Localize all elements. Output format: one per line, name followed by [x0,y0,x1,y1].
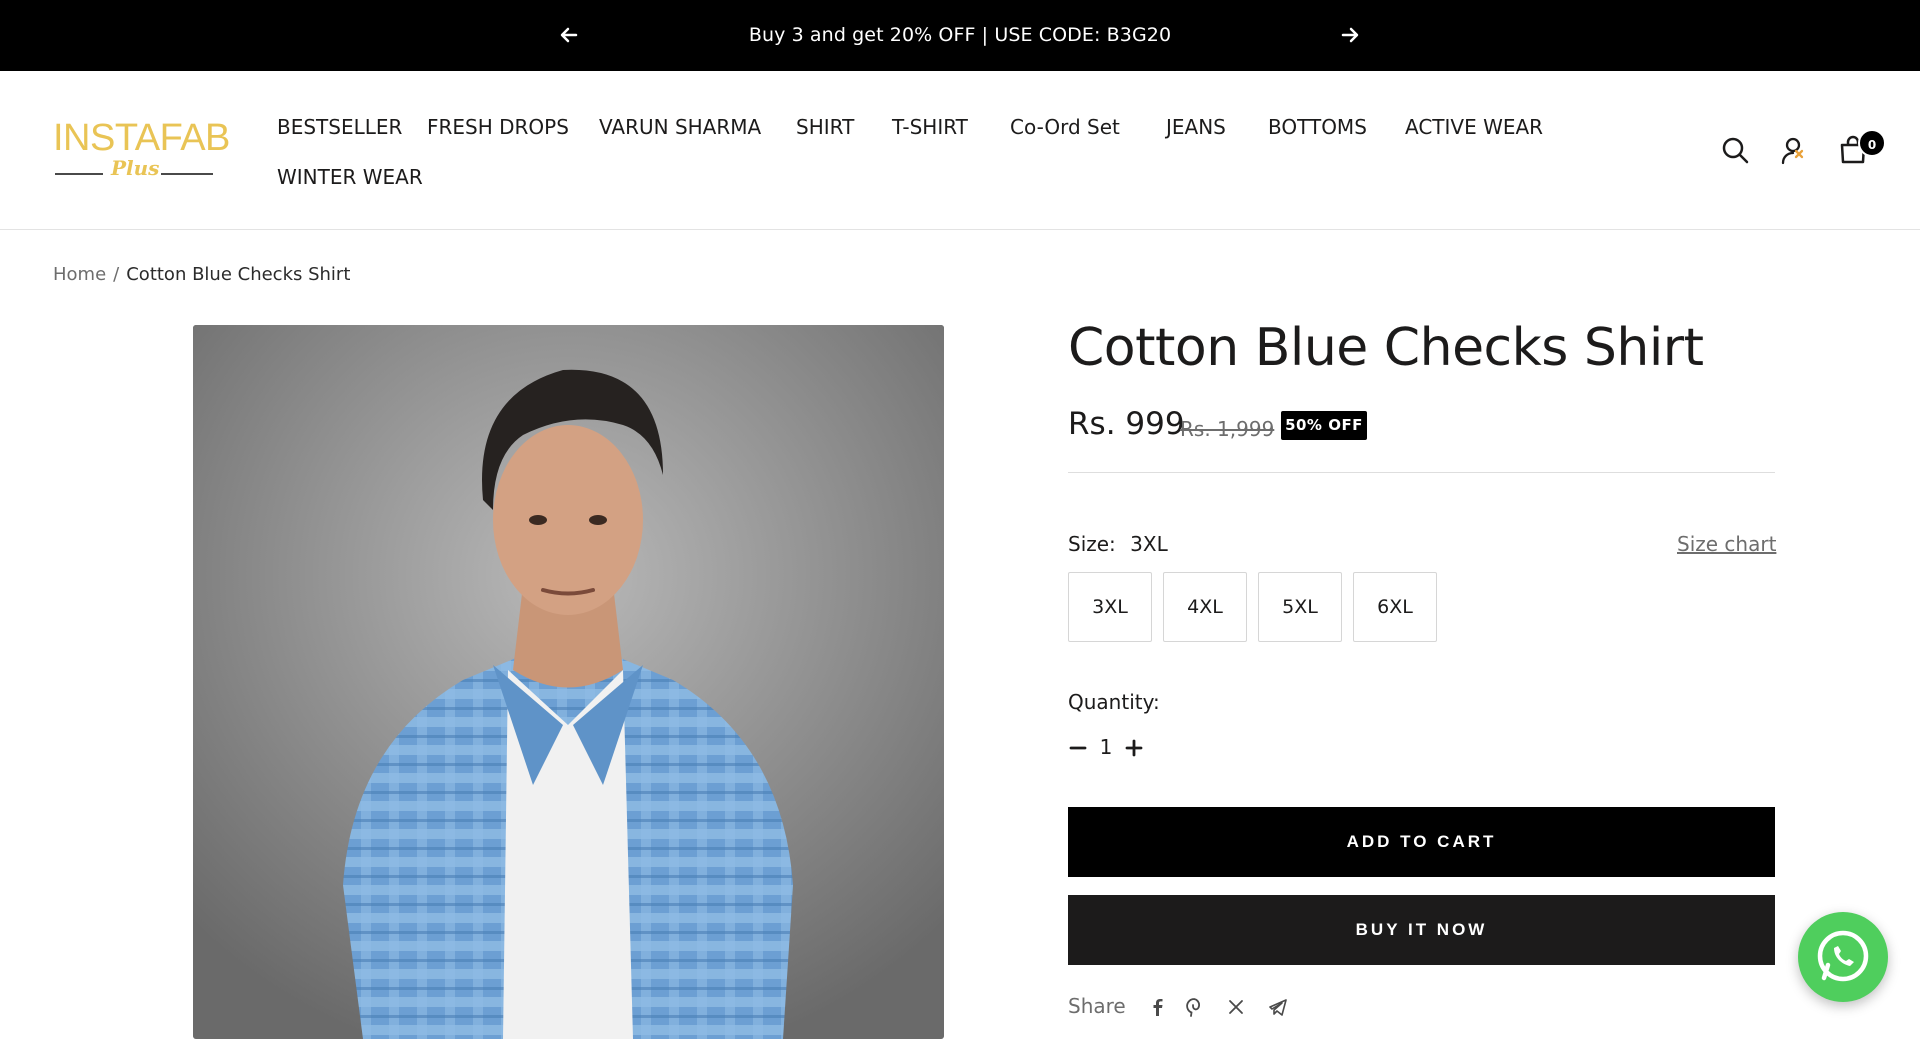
size-option-6xl[interactable]: 6XL [1353,572,1437,642]
logo-sub-text: Plus [111,156,160,180]
whatsapp-chat-button[interactable] [1798,912,1888,1002]
cart-count-badge: 0 [1858,129,1886,157]
whatsapp-icon [1817,930,1869,982]
quantity-label: Quantity: [1068,690,1160,714]
sale-price: Rs. 999 [1068,406,1185,442]
telegram-icon[interactable] [1267,996,1289,1018]
x-icon[interactable] [1225,996,1247,1018]
logo-divider-left [55,173,103,175]
nav-item-t-shirt[interactable]: T-SHIRT [892,115,968,139]
pinterest-icon[interactable] [1183,996,1205,1018]
breadcrumb-separator: / [113,264,120,285]
add-to-cart-button[interactable]: ADD TO CART [1068,807,1775,877]
size-label: Size: 3XL [1068,532,1168,556]
arrow-left-icon[interactable] [557,23,581,47]
product-photo-illustration [193,325,944,1039]
quantity-value[interactable]: 1 [1096,735,1116,759]
breadcrumb-home-link[interactable]: Home [53,264,106,285]
share-label: Share [1068,994,1126,1018]
search-icon[interactable] [1720,135,1750,165]
nav-item-bestseller[interactable]: BESTSELLER [277,115,402,139]
discount-badge: 50% OFF [1281,411,1367,440]
site-header: INSTAFAB Plus BESTSELLER FRESH DROPS VAR… [0,71,1920,230]
buy-now-button[interactable]: BUY IT NOW [1068,895,1775,965]
size-selected-value: 3XL [1130,532,1168,556]
arrow-right-icon[interactable] [1338,23,1362,47]
breadcrumb-current: Cotton Blue Checks Shirt [126,264,351,285]
compare-price: Rs. 1,999 [1180,417,1275,441]
product-title: Cotton Blue Checks Shirt [1068,318,1704,378]
size-option-5xl[interactable]: 5XL [1258,572,1342,642]
breadcrumb: Home / Cotton Blue Checks Shirt [53,264,350,285]
nav-item-active-wear[interactable]: ACTIVE WEAR [1405,115,1543,139]
nav-item-fresh-drops[interactable]: FRESH DROPS [427,115,569,139]
product-image[interactable] [193,325,944,1039]
size-label-text: Size: [1068,532,1116,556]
nav-item-varun-sharma[interactable]: VARUN SHARMA [599,115,761,139]
plus-icon[interactable] [1122,736,1146,760]
facebook-icon[interactable] [1146,996,1168,1018]
nav-item-co-ord-set[interactable]: Co-Ord Set [1010,115,1120,139]
logo-brand-text: INSTAFAB [53,117,230,159]
size-chart-link[interactable]: Size chart [1677,532,1776,556]
nav-item-winter-wear[interactable]: WINTER WEAR [277,165,423,189]
nav-item-shirt[interactable]: SHIRT [796,115,854,139]
logo-divider-right [161,173,213,175]
brand-logo[interactable]: INSTAFAB Plus [53,118,230,188]
announcement-text: Buy 3 and get 20% OFF | USE CODE: B3G20 [748,24,1172,46]
size-option-3xl[interactable]: 3XL [1068,572,1152,642]
price-divider [1068,472,1775,473]
announcement-bar: Buy 3 and get 20% OFF | USE CODE: B3G20 [0,0,1920,71]
size-option-4xl[interactable]: 4XL [1163,572,1247,642]
account-icon[interactable] [1779,135,1809,165]
nav-item-bottoms[interactable]: BOTTOMS [1268,115,1367,139]
minus-icon[interactable] [1066,736,1090,760]
nav-item-jeans[interactable]: JEANS [1166,115,1226,139]
